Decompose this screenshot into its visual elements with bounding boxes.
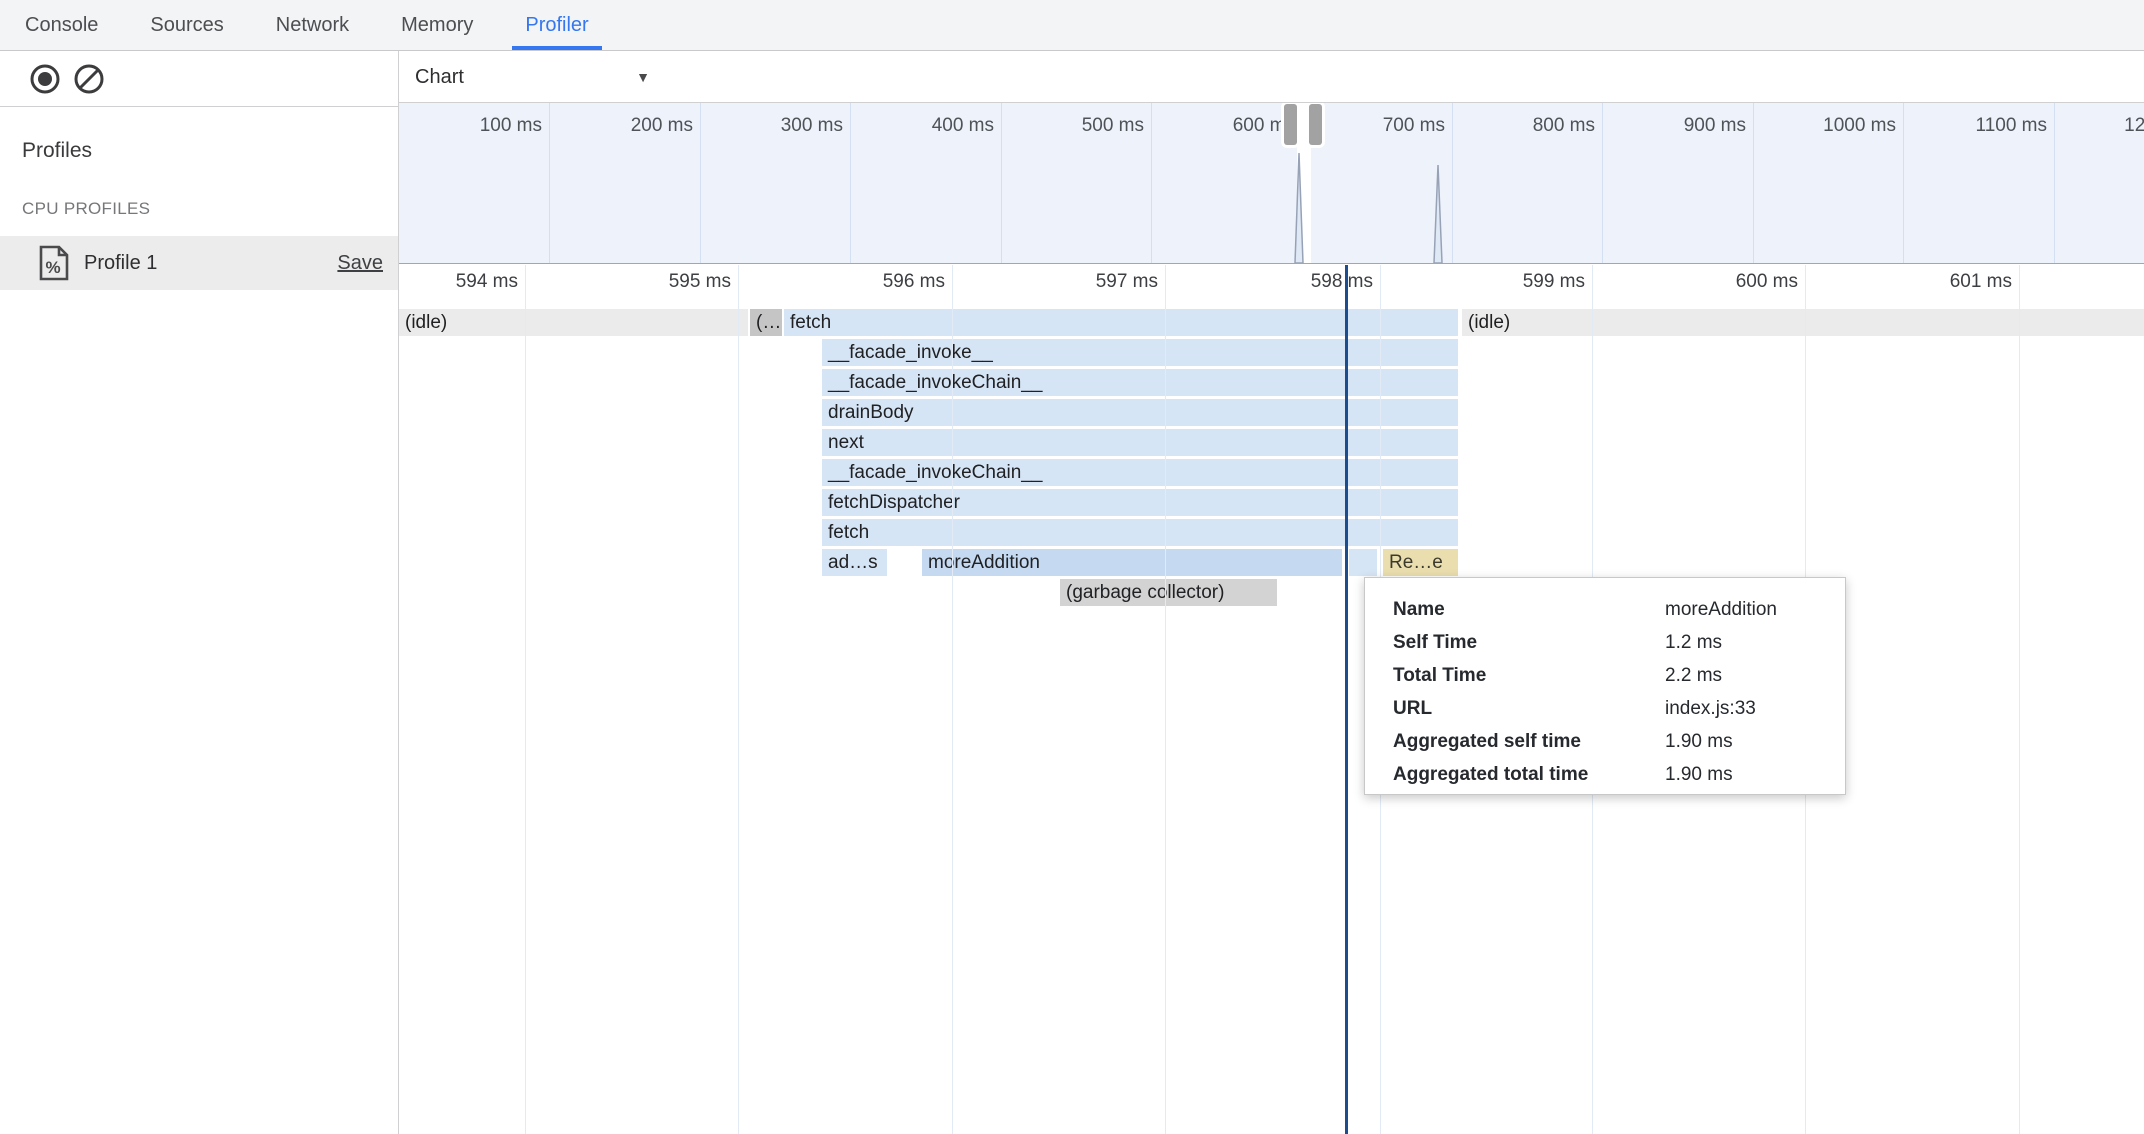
ruler-tick-label: 597 ms — [1096, 271, 1158, 293]
sidebar-toolbar — [0, 51, 398, 107]
tooltip-label: URL — [1393, 698, 1665, 720]
tooltip-label: Self Time — [1393, 632, 1665, 654]
tab-profiler[interactable]: Profiler — [512, 0, 601, 50]
flame-frame[interactable]: fetchDispatcher — [822, 489, 1458, 516]
tooltip-row: NamemoreAddition — [1365, 593, 1845, 626]
flame-frame[interactable]: ad…s — [822, 549, 887, 576]
tooltip-value: 1.90 ms — [1665, 764, 1733, 786]
profiles-sidebar: Profiles CPU PROFILES % Profile 1 Save — [0, 51, 399, 1134]
flame-frame[interactable]: (idle) — [1462, 309, 2144, 336]
cpu-activity-spikes — [399, 103, 2144, 263]
tooltip-row: Aggregated self time1.90 ms — [1365, 725, 1845, 758]
flame-frame[interactable]: __facade_invokeChain__ — [822, 459, 1458, 486]
tooltip-row: Self Time1.2 ms — [1365, 626, 1845, 659]
tooltip-label: Total Time — [1393, 665, 1665, 687]
flame-frame[interactable]: Re…e — [1383, 549, 1458, 576]
ruler-tick-label: 599 ms — [1523, 271, 1585, 293]
flame-frame[interactable]: fetch — [784, 309, 1458, 336]
flame-frame[interactable]: __facade_invokeChain__ — [822, 369, 1458, 396]
view-mode-value: Chart — [415, 66, 464, 89]
record-button[interactable] — [23, 57, 67, 101]
flame-frame[interactable]: fetch — [822, 519, 1458, 546]
selection-handle-left[interactable] — [1284, 104, 1297, 145]
flamechart-toolbar: Chart ▼ — [399, 51, 2144, 103]
clear-button[interactable] — [67, 57, 111, 101]
profile-list-item[interactable]: % Profile 1 Save — [0, 236, 398, 290]
playhead-line — [1345, 265, 1348, 1134]
cpu-profiles-section-label: CPU PROFILES — [22, 199, 398, 219]
ruler-tick-label: 600 ms — [1736, 271, 1798, 293]
profiles-heading: Profiles — [22, 139, 398, 163]
tab-bar: Console Sources Network Memory Profiler — [0, 0, 2144, 51]
tooltip-row: Total Time2.2 ms — [1365, 659, 1845, 692]
tab-sources[interactable]: Sources — [137, 0, 236, 50]
save-profile-link[interactable]: Save — [337, 252, 383, 275]
tooltip-label: Aggregated total time — [1393, 764, 1665, 786]
flame-frame[interactable]: (… — [750, 309, 782, 336]
profiler-main-panel: Chart ▼ 100 ms200 ms300 ms400 ms500 ms60… — [399, 51, 2144, 1134]
tooltip-value: 1.2 ms — [1665, 632, 1722, 654]
flame-frame[interactable]: moreAddition — [922, 549, 1342, 576]
frame-tooltip: NamemoreAdditionSelf Time1.2 msTotal Tim… — [1364, 577, 1846, 795]
tooltip-label: Aggregated self time — [1393, 731, 1665, 753]
flame-frame[interactable]: next — [822, 429, 1458, 456]
tooltip-row: URLindex.js:33 — [1365, 692, 1845, 725]
flame-gridline — [952, 265, 953, 1134]
record-icon — [29, 63, 61, 95]
tooltip-label: Name — [1393, 599, 1665, 621]
ruler-tick-label: 601 ms — [1950, 271, 2012, 293]
flame-gridline — [1165, 265, 1166, 1134]
tooltip-value: moreAddition — [1665, 599, 1777, 621]
flame-frame[interactable]: drainBody — [822, 399, 1458, 426]
flame-gridline — [525, 265, 526, 1134]
selection-handle-right[interactable] — [1309, 104, 1322, 145]
view-mode-dropdown[interactable]: Chart ▼ — [415, 51, 650, 103]
clear-icon — [73, 63, 105, 95]
tab-memory[interactable]: Memory — [388, 0, 486, 50]
tooltip-value: 2.2 ms — [1665, 665, 1722, 687]
tab-console[interactable]: Console — [12, 0, 111, 50]
flame-chart: (idle)(…fetch(idle)__facade_invoke____fa… — [399, 265, 2144, 1134]
ruler-tick-label: 598 ms — [1311, 271, 1373, 293]
tooltip-value: 1.90 ms — [1665, 731, 1733, 753]
flame-frame[interactable] — [1349, 549, 1377, 576]
tooltip-row: Aggregated total time1.90 ms — [1365, 758, 1845, 791]
flame-rows: (idle)(…fetch(idle)__facade_invoke____fa… — [399, 305, 2144, 1134]
tooltip-value: index.js:33 — [1665, 698, 1756, 720]
profile-name: Profile 1 — [84, 252, 337, 275]
profile-document-icon: % — [38, 245, 70, 281]
flame-frame[interactable]: (garbage collector) — [1060, 579, 1277, 606]
timeline-overview[interactable]: 100 ms200 ms300 ms400 ms500 ms600 ms700 … — [399, 103, 2144, 264]
chevron-down-icon: ▼ — [636, 69, 650, 85]
ruler-tick-label: 596 ms — [883, 271, 945, 293]
svg-text:%: % — [45, 258, 60, 277]
tab-network[interactable]: Network — [263, 0, 362, 50]
ruler-tick-label: 594 ms — [456, 271, 518, 293]
flame-gridline — [738, 265, 739, 1134]
ruler-tick-label: 595 ms — [669, 271, 731, 293]
flame-frame[interactable]: (idle) — [399, 309, 748, 336]
flame-frame[interactable]: __facade_invoke__ — [822, 339, 1458, 366]
flame-gridline — [2019, 265, 2020, 1134]
